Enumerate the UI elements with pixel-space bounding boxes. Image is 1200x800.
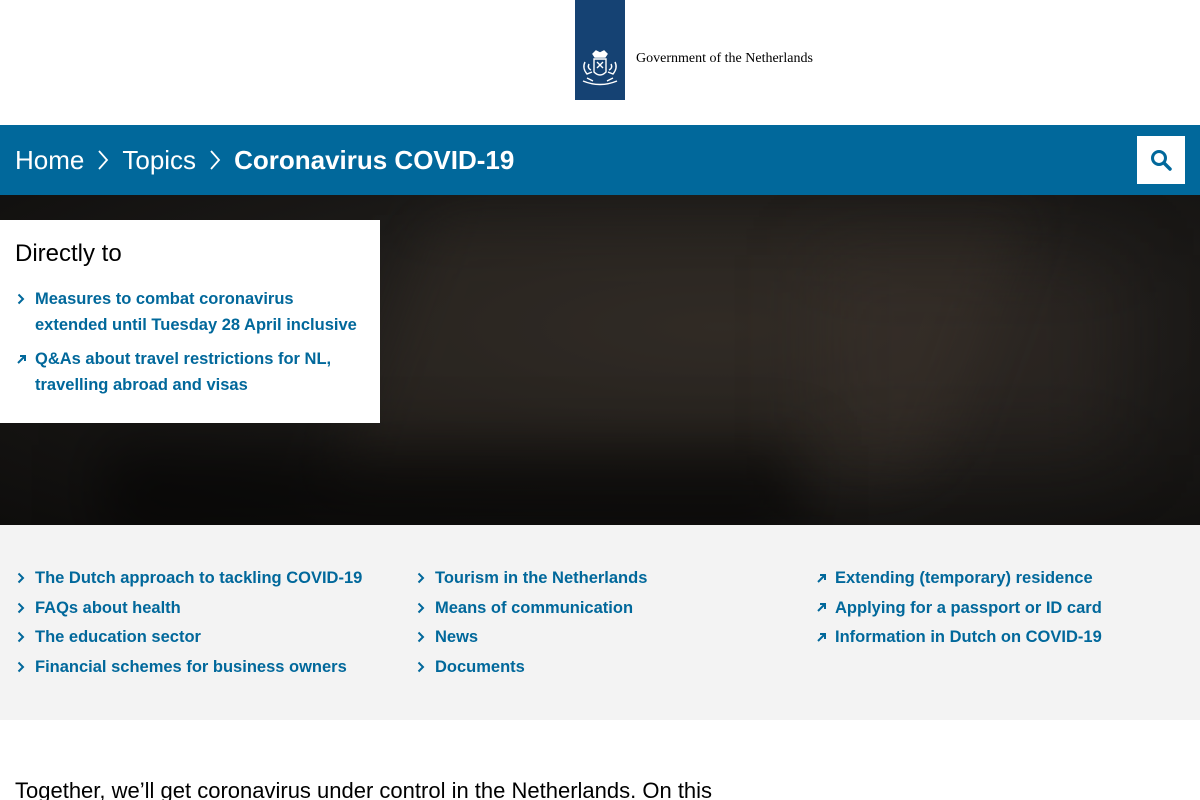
breadcrumb-current: Coronavirus COVID-19 — [234, 144, 515, 175]
chevron-right-icon — [415, 630, 427, 644]
list-item[interactable]: News — [415, 624, 795, 654]
quick-link[interactable]: News — [435, 628, 478, 646]
list-item[interactable]: Financial schemes for business owners — [15, 654, 395, 684]
external-arrow-icon — [815, 601, 827, 615]
site-header: Government of the Netherlands — [0, 0, 1200, 125]
quick-link[interactable]: The education sector — [35, 628, 201, 646]
government-logo[interactable] — [575, 0, 625, 100]
directly-to-panel: Directly to Measures to combat coronavir… — [0, 220, 380, 423]
quick-link[interactable]: Extending (temporary) residence — [835, 569, 1093, 587]
breadcrumb: Home Topics Coronavirus COVID-19 — [15, 125, 514, 195]
quick-link[interactable]: FAQs about health — [35, 599, 181, 617]
list-item[interactable]: Information in Dutch on COVID-19 — [815, 624, 1195, 654]
external-arrow-icon — [815, 630, 827, 644]
intro-paragraph: Together, we’ll get coronavirus under co… — [15, 778, 713, 800]
external-arrow-icon — [815, 571, 827, 585]
chevron-right-icon — [415, 571, 427, 585]
search-button[interactable] — [1137, 136, 1185, 184]
list-item[interactable]: Tourism in the Netherlands — [415, 565, 795, 595]
breadcrumb-topics[interactable]: Topics — [122, 145, 196, 176]
chevron-right-icon — [415, 660, 427, 674]
breadcrumb-home[interactable]: Home — [15, 145, 84, 176]
chevron-right-icon — [196, 125, 234, 195]
search-icon — [1151, 150, 1172, 171]
list-item[interactable]: Documents — [415, 654, 795, 684]
coat-of-arms-icon — [582, 50, 618, 86]
external-arrow-icon — [15, 352, 27, 366]
directly-to-heading: Directly to — [15, 240, 122, 267]
list-item[interactable]: Applying for a passport or ID card — [815, 595, 1195, 625]
quick-links-column: The Dutch approach to tackling COVID-19 … — [15, 565, 395, 683]
quick-links-panel: The Dutch approach to tackling COVID-19 … — [0, 525, 1200, 720]
chevron-right-icon — [84, 125, 122, 195]
quick-link[interactable]: Tourism in the Netherlands — [435, 569, 647, 587]
logo-text[interactable]: Government of the Netherlands — [636, 51, 813, 67]
list-item[interactable]: Extending (temporary) residence — [815, 565, 1195, 595]
directly-link[interactable]: Measures to combat coronavirus extended … — [15, 286, 365, 338]
breadcrumb-bar: Home Topics Coronavirus COVID-19 — [0, 125, 1200, 195]
list-item[interactable]: Means of communication — [415, 595, 795, 625]
quick-links-column: Tourism in the Netherlands Means of comm… — [415, 565, 795, 683]
list-item[interactable]: The Dutch approach to tackling COVID-19 — [15, 565, 395, 595]
quick-link[interactable]: Applying for a passport or ID card — [835, 599, 1102, 617]
quick-link[interactable]: Means of communication — [435, 599, 633, 617]
chevron-right-icon — [15, 571, 27, 585]
quick-link[interactable]: Financial schemes for business owners — [35, 658, 347, 676]
chevron-right-icon — [15, 292, 27, 306]
quick-link[interactable]: Information in Dutch on COVID-19 — [835, 628, 1102, 646]
travel-qa-link[interactable]: Q&As about travel restrictions for NL, t… — [35, 350, 331, 394]
quick-links-column: Extending (temporary) residence Applying… — [815, 565, 1195, 654]
chevron-right-icon — [15, 660, 27, 674]
chevron-right-icon — [415, 601, 427, 615]
quick-link[interactable]: The Dutch approach to tackling COVID-19 — [35, 569, 362, 587]
list-item[interactable]: The education sector — [15, 624, 395, 654]
chevron-right-icon — [15, 601, 27, 615]
chevron-right-icon — [15, 630, 27, 644]
quick-link[interactable]: Documents — [435, 658, 525, 676]
directly-link[interactable]: Q&As about travel restrictions for NL, t… — [15, 346, 365, 398]
list-item[interactable]: FAQs about health — [15, 595, 395, 625]
measures-link[interactable]: Measures to combat coronavirus extended … — [35, 290, 357, 334]
